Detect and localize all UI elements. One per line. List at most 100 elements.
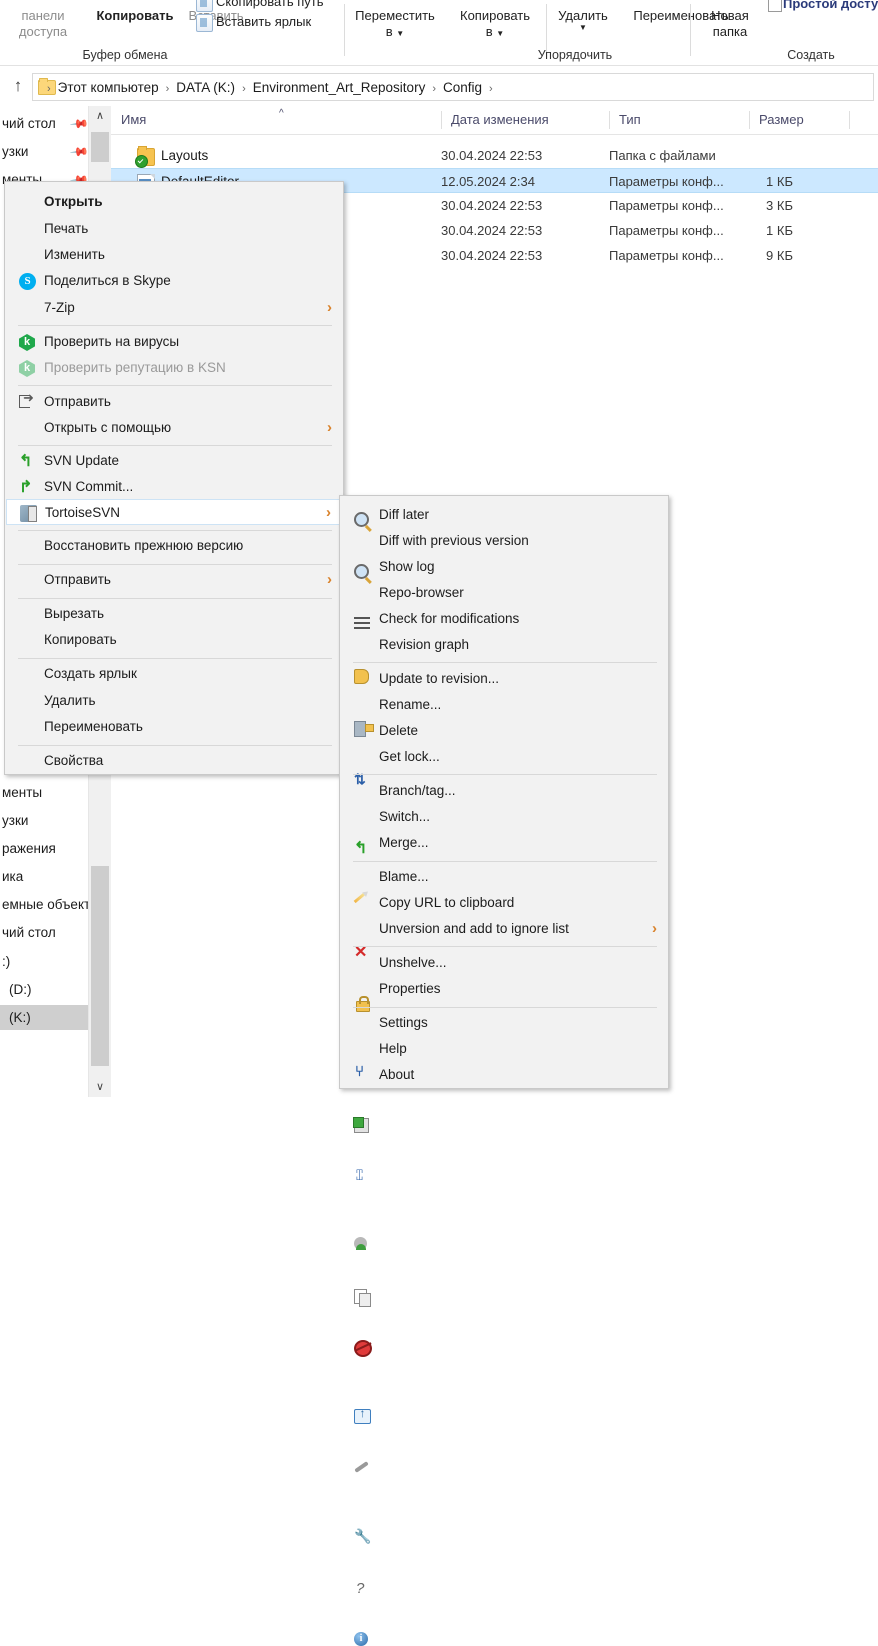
submenu-item-label: Settings — [379, 1015, 428, 1030]
submenu-item-check-modifications[interactable]: Check for modifications — [341, 606, 667, 737]
submenu-item-about[interactable]: About — [341, 1062, 667, 1646]
svn-ok-overlay-icon — [135, 155, 148, 168]
submenu-item-help[interactable]: ? Help — [341, 1036, 667, 1597]
submenu-item-unshelve[interactable]: Unshelve... — [341, 950, 667, 1424]
menu-separator — [18, 745, 332, 746]
copy-to-label-line2: в ▼ — [485, 24, 505, 39]
submenu-item-revision-graph[interactable]: ⇅ Revision graph — [341, 632, 667, 787]
submenu-item-label: Repo-browser — [379, 585, 464, 600]
menu-item-open[interactable]: Открыть — [6, 189, 342, 215]
tortoisesvn-submenu[interactable]: Diff later Diff with previous version Sh… — [339, 495, 669, 1646]
file-date: 30.04.2024 22:53 — [441, 248, 543, 263]
submenu-item-get-lock[interactable]: Get lock... — [341, 744, 667, 1012]
copy-path-icon — [196, 0, 213, 12]
pin-icon[interactable]: 📌 — [69, 142, 88, 162]
menu-separator — [18, 325, 332, 326]
table-row[interactable]: Layouts 30.04.2024 22:53 Папка с файлами — [111, 143, 878, 168]
nav-item-4[interactable]: узки — [0, 808, 88, 833]
menu-item-restore-previous-version[interactable]: Восстановить прежнюю версию — [6, 533, 342, 559]
nav-item-0[interactable]: чий стол 📌 — [0, 111, 88, 136]
breadcrumb-item-1[interactable]: DATA (K:) — [176, 80, 235, 95]
submenu-item-unversion-ignore[interactable]: Unversion and add to ignore list › — [341, 916, 667, 1357]
menu-item-label: Отправить — [44, 572, 111, 587]
menu-item-tortoisesvn[interactable]: TortoiseSVN › — [6, 499, 342, 525]
file-type: Параметры конф... — [609, 223, 724, 238]
submenu-item-merge[interactable]: ⑄ Merge... — [341, 830, 667, 1184]
nav-item-11-selected[interactable]: (K:) — [0, 1005, 88, 1030]
column-header-date[interactable]: Дата изменения — [441, 106, 609, 134]
menu-item-rename[interactable]: Переименовать — [6, 714, 342, 740]
menu-item-delete[interactable]: Удалить — [6, 688, 342, 714]
scrollbar-thumb[interactable] — [91, 132, 109, 162]
menu-item-send-to[interactable]: Отправить — [6, 389, 342, 415]
column-header-name[interactable]: Имя — [111, 106, 441, 134]
submenu-item-blame[interactable]: Blame... — [341, 864, 667, 1250]
menu-item-print[interactable]: Печать — [6, 216, 342, 242]
scrollbar-track-lower[interactable] — [91, 866, 109, 1066]
up-arrow-icon[interactable]: ↑ — [8, 76, 28, 96]
menu-item-send[interactable]: Отправить › — [6, 567, 342, 593]
menu-item-open-with[interactable]: Открыть с помощью › — [6, 415, 342, 441]
ribbon-group-create: Новая папка Простой доступ Создать — [691, 0, 878, 66]
menu-item-scan-virus[interactable]: Проверить на вирусы — [6, 329, 342, 355]
nav-item-7[interactable]: емные объекты — [0, 892, 88, 917]
column-header-type[interactable]: Тип — [609, 106, 749, 134]
submenu-item-show-log[interactable]: Show log — [341, 554, 667, 631]
breadcrumb-separator: › — [165, 83, 170, 95]
pin-icon[interactable]: 📌 — [69, 114, 88, 134]
submenu-item-settings[interactable]: 🔧 Settings — [341, 1010, 667, 1544]
submenu-separator — [353, 662, 657, 663]
nav-item-label: ика — [2, 869, 24, 884]
breadcrumb-item-2[interactable]: Environment_Art_Repository — [253, 80, 426, 95]
menu-item-7zip[interactable]: 7-Zip › — [6, 295, 342, 321]
column-header-size[interactable]: Размер — [749, 106, 849, 134]
menu-item-edit[interactable]: Изменить — [6, 242, 342, 268]
submenu-item-properties[interactable]: Properties — [341, 976, 667, 1473]
menu-item-properties[interactable]: Свойства — [6, 748, 342, 774]
context-menu[interactable]: Открыть Печать Изменить Поделиться в Sky… — [4, 181, 344, 775]
scroll-up-icon[interactable]: ∧ — [89, 106, 111, 126]
column-divider[interactable] — [849, 111, 850, 129]
copy-button[interactable]: Копировать — [90, 8, 180, 24]
submenu-item-copy-url[interactable]: Copy URL to clipboard — [341, 890, 667, 1307]
scroll-down-icon[interactable]: ∨ — [89, 1077, 111, 1097]
menu-item-share-skype[interactable]: Поделиться в Skype — [6, 268, 342, 294]
submenu-item-diff-previous[interactable]: Diff with previous version — [341, 528, 667, 579]
menu-item-copy[interactable]: Копировать — [6, 627, 342, 653]
pin-to-quick-access-button[interactable]: панели доступа — [0, 8, 86, 40]
easy-access-label[interactable]: Простой доступ — [783, 0, 878, 12]
nav-item-1[interactable]: узки 📌 — [0, 139, 88, 164]
breadcrumb-separator: › — [489, 83, 493, 95]
file-name: Layouts — [161, 148, 209, 163]
menu-item-svn-update[interactable]: ↰ SVN Update — [6, 448, 342, 474]
submenu-item-repo-browser[interactable]: Repo-browser — [341, 580, 667, 684]
menu-item-create-shortcut[interactable]: Создать ярлык — [6, 661, 342, 687]
breadcrumb-item-3[interactable]: Config — [443, 80, 482, 95]
submenu-item-delete[interactable]: ✕ Delete — [341, 718, 667, 961]
new-folder-button[interactable]: Новая папка — [691, 8, 769, 40]
file-date: 30.04.2024 22:53 — [441, 223, 543, 238]
menu-item-label: Поделиться в Skype — [44, 273, 171, 288]
nav-item-8[interactable]: чий стол — [0, 920, 88, 945]
submenu-item-diff-later[interactable]: Diff later — [341, 502, 667, 528]
nav-item-3[interactable]: менты — [0, 780, 88, 805]
nav-item-9[interactable]: :) — [0, 949, 88, 974]
submenu-item-switch[interactable]: Switch... — [341, 804, 667, 1133]
menu-item-cut[interactable]: Вырезать — [6, 601, 342, 627]
properties-icon — [354, 1461, 369, 1473]
menu-item-svn-commit[interactable]: ↱ SVN Commit... — [6, 474, 342, 500]
menu-item-label: Свойства — [44, 753, 104, 768]
nav-item-6[interactable]: ика — [0, 864, 88, 889]
submenu-item-rename[interactable]: Rename... — [341, 692, 667, 904]
submenu-item-label: Copy URL to clipboard — [379, 895, 515, 910]
nav-item-5[interactable]: ражения — [0, 836, 88, 861]
file-date: 12.05.2024 2:34 — [441, 174, 535, 189]
easy-access-checkbox[interactable] — [768, 0, 782, 12]
move-to-button[interactable]: Переместить в ▼ — [345, 8, 445, 40]
copy-to-button[interactable]: Копировать в ▼ — [445, 8, 545, 40]
delete-button[interactable]: Удалить ▼ — [548, 8, 618, 32]
submenu-item-update-to-revision[interactable]: ↰ Update to revision... — [341, 666, 667, 857]
nav-item-10[interactable]: (D:) — [0, 977, 88, 1002]
breadcrumb-item-0[interactable]: Этот компьютер — [58, 80, 159, 95]
submenu-item-branch-tag[interactable]: ⑂ Branch/tag... — [341, 778, 667, 1080]
